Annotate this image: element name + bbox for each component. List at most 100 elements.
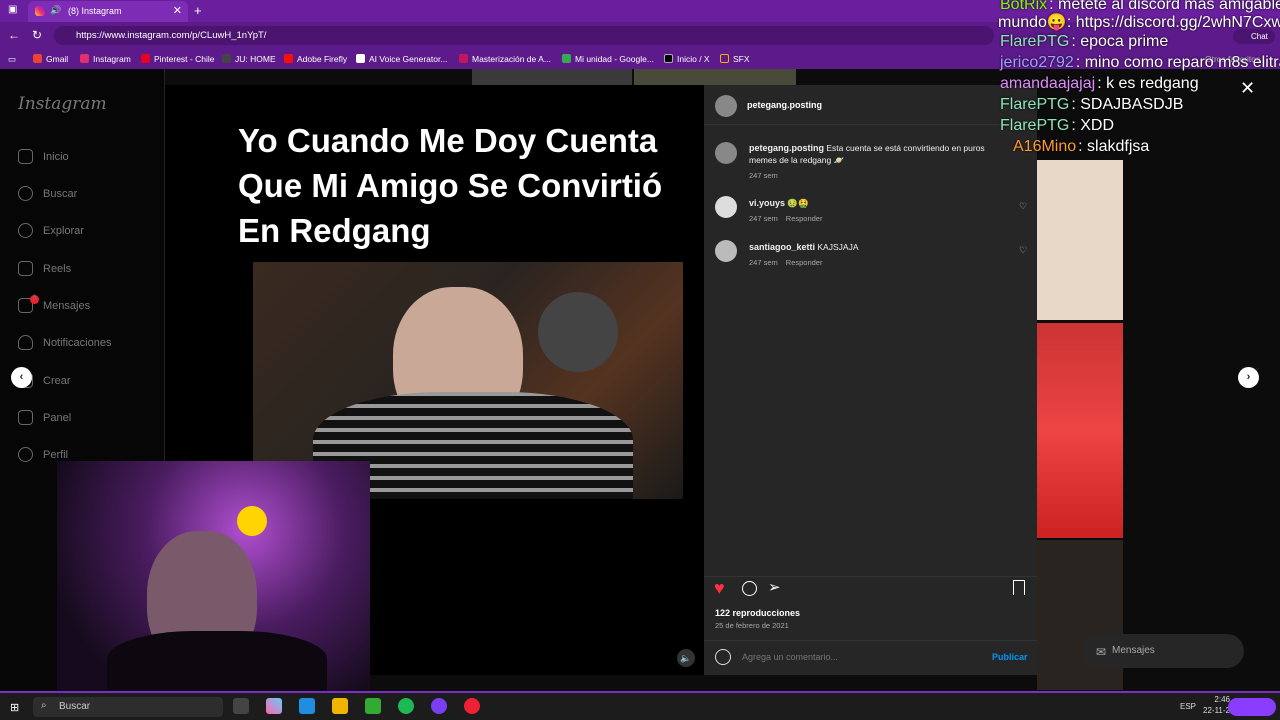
reply-button[interactable]: Responder bbox=[786, 258, 823, 267]
pinterest-icon bbox=[141, 54, 150, 63]
avatar[interactable] bbox=[715, 95, 737, 117]
copilot-icon[interactable] bbox=[266, 698, 282, 714]
post-author[interactable]: petegang.posting bbox=[747, 100, 822, 110]
nav-explorar[interactable]: Explorar bbox=[18, 223, 84, 238]
messages-pill[interactable]: Mensajes bbox=[1082, 634, 1244, 668]
google-drive-icon bbox=[562, 54, 571, 63]
bookmark-instagram[interactable]: Instagram bbox=[80, 54, 131, 64]
taskbar-search-label: Buscar bbox=[59, 701, 91, 712]
tab-title: (8) Instagram bbox=[68, 6, 122, 16]
profile-icon bbox=[18, 447, 33, 462]
nav-label: Panel bbox=[43, 412, 72, 424]
bookmark-sfx[interactable]: SFX bbox=[720, 54, 750, 64]
avatar[interactable] bbox=[715, 240, 737, 262]
caption-user[interactable]: petegang.posting bbox=[749, 143, 824, 153]
clock[interactable]: 2:46 22-11-2 bbox=[1200, 694, 1230, 716]
bookmark-masterizacion[interactable]: Masterización de A... bbox=[459, 54, 551, 64]
language-indicator[interactable]: ESP bbox=[1180, 702, 1196, 711]
chat-line: A16Mino: slakdfjsa bbox=[1013, 138, 1149, 156]
file-explorer-icon[interactable] bbox=[332, 698, 348, 714]
edge-icon[interactable] bbox=[299, 698, 315, 714]
browser-tab[interactable]: 🔊 (8) Instagram ✕ bbox=[28, 1, 188, 22]
chat-line: jerico2792: mino como reparo m8s elitras bbox=[1000, 54, 1280, 72]
like-heart-icon[interactable]: ♥ bbox=[714, 578, 725, 599]
comment-user[interactable]: santiagoo_ketti bbox=[749, 242, 815, 252]
nav-mensajes[interactable]: 8 Mensajes bbox=[18, 295, 91, 313]
window-menu-icon[interactable]: ▣ bbox=[8, 4, 17, 15]
bookmarks-icon[interactable]: ▭ bbox=[8, 54, 16, 65]
reply-button[interactable]: Responder bbox=[786, 214, 823, 223]
like-comment-icon[interactable]: ♡ bbox=[1019, 245, 1027, 256]
bookmark-adobe-firefly[interactable]: Adobe Firefly bbox=[284, 54, 347, 64]
nav-notificaciones[interactable]: Notificaciones bbox=[18, 335, 111, 350]
tab-close-icon[interactable]: ✕ bbox=[173, 4, 182, 17]
nav-buscar[interactable]: Buscar bbox=[18, 186, 77, 201]
taskbar-search[interactable]: Buscar bbox=[33, 697, 223, 717]
chat-nick: FlarePTG bbox=[1000, 96, 1070, 113]
comment-input[interactable] bbox=[742, 652, 982, 662]
share-icon[interactable]: ➢ bbox=[768, 578, 781, 596]
bookmark-x[interactable]: Inicio / X bbox=[664, 54, 710, 64]
comment: vi.youys 🤢🤮 bbox=[749, 197, 999, 209]
instagram-logo[interactable]: Instagram bbox=[18, 94, 107, 114]
nav-label: Perfil bbox=[43, 449, 69, 461]
mask-figure bbox=[538, 292, 618, 372]
url-field[interactable]: https://www.instagram.com/p/CLuwH_1nYpT/ bbox=[54, 26, 994, 45]
nav-panel[interactable]: Panel bbox=[18, 410, 71, 425]
avatar[interactable] bbox=[715, 196, 737, 218]
like-comment-icon[interactable]: ♡ bbox=[1019, 201, 1027, 212]
task-view-icon[interactable] bbox=[233, 698, 249, 714]
avatar[interactable] bbox=[715, 142, 737, 164]
close-modal-icon[interactable]: ✕ bbox=[1240, 78, 1255, 99]
bookmark-pinterest[interactable]: Pinterest - Chile bbox=[141, 54, 214, 64]
reload-icon[interactable]: ↻ bbox=[32, 28, 42, 42]
bookmark-label: Masterización de A... bbox=[472, 54, 551, 64]
spotify-icon[interactable] bbox=[398, 698, 414, 714]
nav-label: Crear bbox=[43, 375, 71, 387]
chat-nick: jerico2792 bbox=[1000, 54, 1074, 71]
meme-caption-text: Yo Cuando Me Doy Cuenta Que Mi Amigo Se … bbox=[238, 122, 663, 249]
bookmark-ai-voice[interactable]: AI Voice Generator... bbox=[356, 54, 447, 64]
new-tab-button[interactable]: + bbox=[194, 3, 202, 18]
chat-line: mundo😛: https://discord.gg/2whN7Cxwc3 bbox=[998, 12, 1280, 32]
next-post-arrow-icon[interactable]: › bbox=[1238, 367, 1259, 388]
view-count[interactable]: 122 reproducciones bbox=[715, 608, 800, 618]
previous-post-arrow-icon[interactable]: ‹ bbox=[11, 367, 32, 388]
windows-start-icon[interactable]: ⊞ bbox=[10, 701, 19, 714]
nav-label: Mensajes bbox=[43, 300, 91, 312]
store-icon[interactable] bbox=[365, 698, 381, 714]
comment-meta: 247 sem Responder bbox=[749, 214, 830, 223]
mute-icon[interactable]: 🔈 bbox=[677, 649, 695, 667]
chat-nick: FlarePTG bbox=[1000, 117, 1070, 134]
publish-button[interactable]: Publicar bbox=[992, 652, 1028, 662]
chat-text: : epoca prime bbox=[1071, 33, 1169, 50]
compass-icon bbox=[18, 223, 33, 238]
chat-line: amandaajajaj: k es redgang bbox=[1000, 75, 1199, 93]
back-icon[interactable]: ← bbox=[8, 28, 20, 42]
emoji-icon[interactable] bbox=[715, 649, 731, 665]
notification-widget[interactable] bbox=[1228, 698, 1276, 716]
bookmark-gmail[interactable]: Gmail bbox=[33, 54, 68, 64]
discord-icon[interactable] bbox=[431, 698, 447, 714]
chat-text: : slakdfjsa bbox=[1078, 138, 1150, 155]
obs-icon[interactable] bbox=[464, 698, 480, 714]
nav-perfil[interactable]: Perfil bbox=[18, 447, 68, 462]
neon-light bbox=[237, 506, 267, 536]
bookmark-google-drive[interactable]: Mi unidad - Google... bbox=[562, 54, 654, 64]
search-icon bbox=[18, 186, 33, 201]
nav-reels[interactable]: Reels bbox=[18, 261, 71, 276]
comment-icon[interactable] bbox=[742, 581, 757, 596]
search-icon: ⌕ bbox=[41, 700, 47, 711]
nav-label: Inicio bbox=[43, 151, 69, 163]
streamer-body bbox=[107, 631, 327, 691]
comment-user[interactable]: vi.youys bbox=[749, 198, 785, 208]
dashboard-icon bbox=[18, 410, 33, 425]
feed-tile bbox=[634, 69, 796, 85]
nav-label: Notificaciones bbox=[43, 337, 112, 349]
bookmark-label: SFX bbox=[733, 54, 750, 64]
bookmark-ju-home[interactable]: JU: HOME bbox=[222, 54, 276, 64]
post-date: 25 de febrero de 2021 bbox=[715, 621, 789, 630]
nav-inicio[interactable]: Inicio bbox=[18, 149, 69, 164]
speaker-icon[interactable]: 🔊 bbox=[50, 5, 61, 16]
bookmark-icon[interactable] bbox=[1013, 580, 1025, 595]
